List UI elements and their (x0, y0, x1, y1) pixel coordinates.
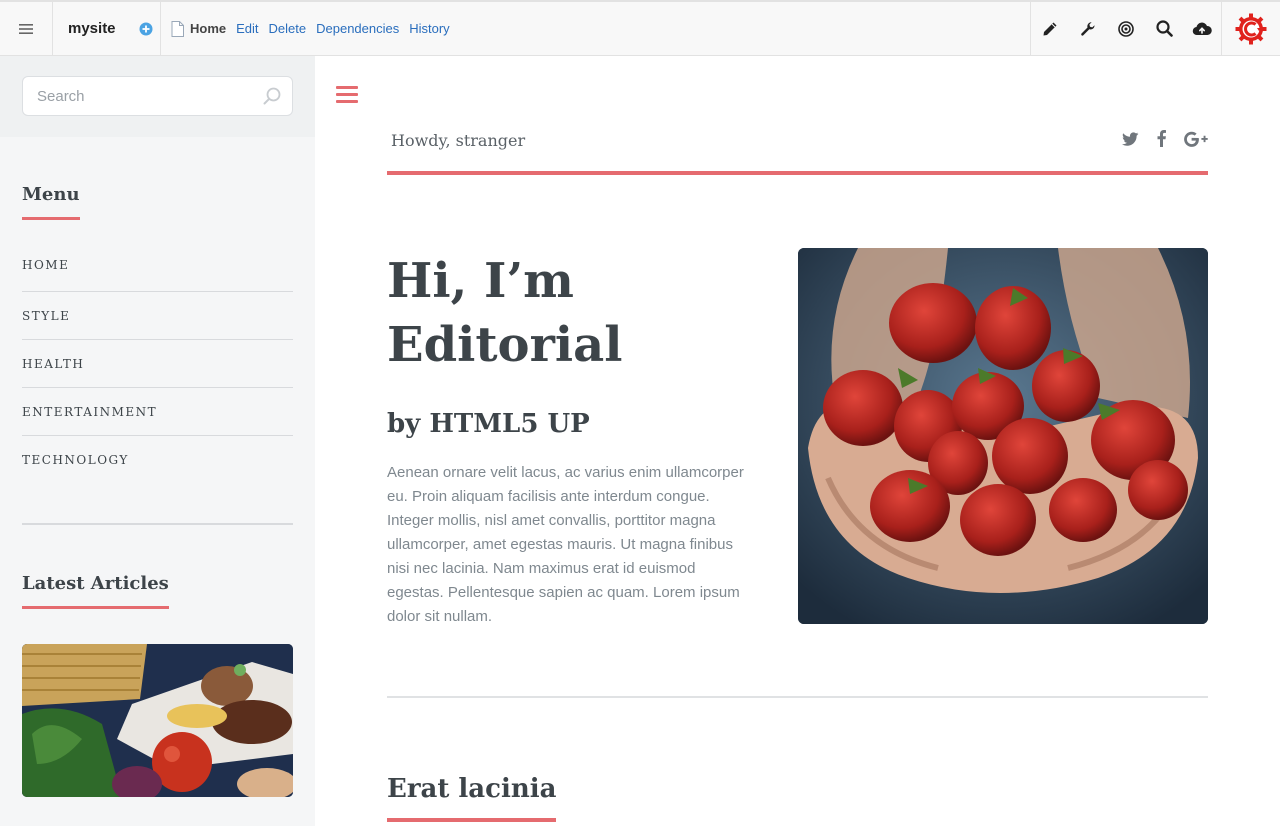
add-icon (139, 22, 153, 35)
search-tool-button[interactable] (1145, 2, 1183, 55)
document-icon (171, 20, 184, 37)
publish-tool-button[interactable] (1183, 2, 1221, 55)
target-tool-button[interactable] (1107, 2, 1145, 55)
twitter-icon (1122, 131, 1139, 146)
delete-link[interactable]: Delete (269, 21, 307, 36)
cms-logo-button[interactable] (1222, 2, 1280, 55)
hero-subtitle: by HTML5 UP (387, 409, 590, 439)
history-link[interactable]: History (409, 21, 449, 36)
sidebar-item-entertainment[interactable]: ENTERTAINMENT (22, 388, 293, 436)
hamburger-bar (336, 86, 358, 89)
dependencies-link[interactable]: Dependencies (316, 21, 399, 36)
greeting-text: Howdy, stranger (391, 131, 526, 150)
admin-toolbar: mysite Home Edit Delete Dependencies His… (0, 0, 1280, 56)
search-box (22, 76, 293, 116)
settings-tool-button[interactable] (1069, 2, 1107, 55)
section-title: Erat lacinia (387, 774, 557, 822)
target-icon (1118, 20, 1134, 37)
hero-image (798, 248, 1208, 624)
sidebar-search-section (0, 56, 315, 137)
toolbar-menu-button[interactable] (0, 2, 52, 55)
twitter-link[interactable] (1122, 131, 1139, 151)
search-input[interactable] (37, 87, 237, 105)
add-page-button[interactable] (132, 2, 160, 55)
latest-articles-heading: Latest Articles (22, 573, 169, 609)
edit-tool-button[interactable] (1031, 2, 1069, 55)
site-name[interactable]: mysite (68, 20, 132, 37)
hamburger-icon (19, 23, 33, 34)
latest-article-image[interactable] (22, 644, 293, 797)
wrench-icon (1081, 21, 1095, 36)
food-photo (22, 644, 293, 797)
search-icon[interactable] (262, 86, 282, 106)
strawberries-photo (798, 248, 1208, 624)
current-page-label: Home (190, 21, 227, 36)
google-plus-icon (1184, 131, 1208, 147)
hero-title: Hi, I’m Editorial (387, 249, 747, 377)
sidebar: Menu HOME STYLE HEALTH ENTERTAINMENT TEC… (0, 56, 315, 826)
content-divider (387, 696, 1208, 698)
cloud-upload-icon (1192, 22, 1212, 35)
sidebar-toggle-button[interactable] (336, 86, 358, 104)
sidebar-menu: HOME STYLE HEALTH ENTERTAINMENT TECHNOLO… (22, 254, 293, 484)
social-links (1104, 130, 1208, 152)
page-header: Howdy, stranger (387, 112, 1208, 175)
search-icon (1155, 20, 1173, 37)
toolbar-left: mysite Home Edit Delete Dependencies His… (0, 2, 460, 55)
sidebar-item-technology[interactable]: TECHNOLOGY (22, 436, 293, 484)
hero-title-line-1: Hi, I’m (387, 253, 574, 309)
google-plus-link[interactable] (1184, 131, 1208, 152)
toolbar-separator (160, 2, 161, 55)
menu-heading: Menu (22, 184, 80, 220)
sidebar-divider (22, 523, 293, 525)
facebook-link[interactable] (1157, 130, 1166, 152)
sidebar-content: Menu HOME STYLE HEALTH ENTERTAINMENT TEC… (0, 184, 315, 797)
main-content: Howdy, stranger Hi, I’m Editorial by HTM… (315, 56, 1280, 826)
hamburger-bar (336, 100, 358, 103)
sidebar-item-home[interactable]: HOME (22, 254, 293, 292)
sidebar-item-style[interactable]: STYLE (22, 292, 293, 340)
hamburger-bar (336, 93, 358, 96)
page-actions: Home Edit Delete Dependencies History (171, 20, 460, 37)
facebook-icon (1157, 130, 1166, 147)
toolbar-separator (52, 2, 53, 55)
logo-icon (1235, 13, 1267, 44)
sidebar-item-health[interactable]: HEALTH (22, 340, 293, 388)
hero-paragraph: Aenean ornare velit lacus, ac varius eni… (387, 464, 744, 625)
hero-text: Hi, I’m Editorial by HTML5 UP Aenean orn… (387, 249, 747, 629)
pencil-icon (1043, 22, 1057, 35)
edit-link[interactable]: Edit (236, 21, 258, 36)
hero-title-line-2: Editorial (387, 317, 623, 373)
toolbar-right (1030, 2, 1280, 55)
